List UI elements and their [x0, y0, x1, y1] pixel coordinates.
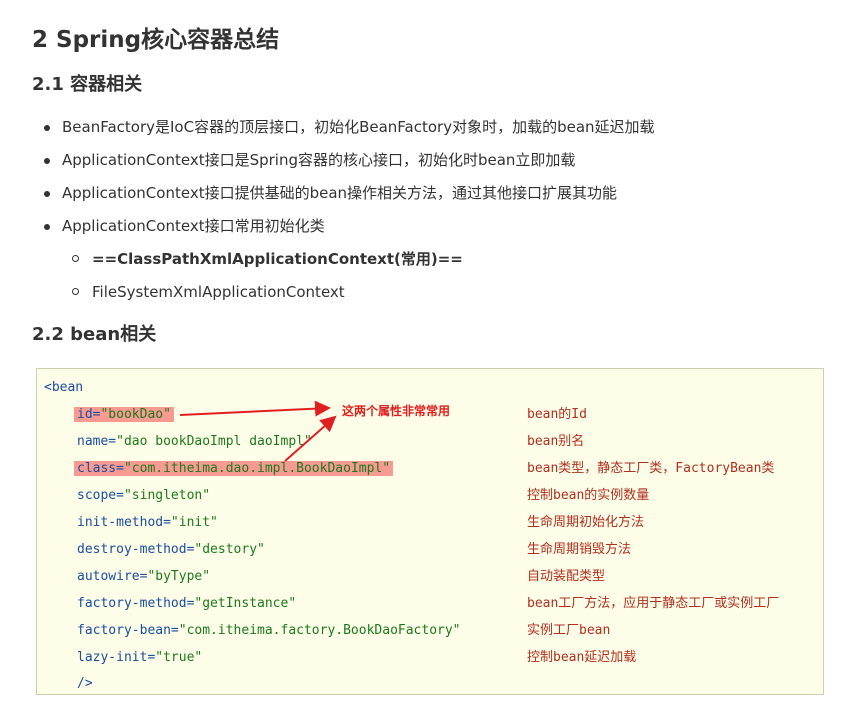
circle-bullet-icon — [72, 255, 79, 262]
list-item: FileSystemXmlApplicationContext — [72, 276, 463, 309]
annotation-label: 这两个属性非常常用 — [342, 404, 451, 418]
list-item-text: ApplicationContext接口提供基础的bean操作相关方法，通过其他… — [62, 184, 618, 202]
list-item: ==ClassPathXmlApplicationContext(常用)== — [72, 243, 463, 276]
init-class-list: ==ClassPathXmlApplicationContext(常用)== F… — [72, 243, 463, 309]
bullet-icon — [44, 191, 50, 197]
list-item-text: ==ClassPathXmlApplicationContext(常用)== — [92, 250, 463, 268]
page-title: 2 Spring核心容器总结 — [32, 27, 280, 53]
bullet-icon — [44, 224, 50, 230]
list-item-text: ApplicationContext接口是Spring容器的核心接口，初始化时b… — [62, 151, 576, 169]
arrow-from-id — [179, 400, 331, 417]
list-item: ApplicationContext接口提供基础的bean操作相关方法，通过其他… — [44, 177, 655, 210]
circle-bullet-icon — [72, 288, 79, 295]
code-block: <bean id="bookDao" bean的Id name="dao boo… — [36, 368, 824, 695]
section-title-bean: 2.2 bean相关 — [32, 324, 157, 345]
arrow-from-class — [284, 415, 337, 462]
list-item: ApplicationContext接口是Spring容器的核心接口，初始化时b… — [44, 144, 655, 177]
list-item: BeanFactory是IoC容器的顶层接口，初始化BeanFactory对象时… — [44, 111, 655, 144]
list-item-text: BeanFactory是IoC容器的顶层接口，初始化BeanFactory对象时… — [62, 118, 655, 136]
list-item: ApplicationContext接口常用初始化类 — [44, 210, 655, 243]
container-list: BeanFactory是IoC容器的顶层接口，初始化BeanFactory对象时… — [44, 111, 655, 243]
list-item-text: ApplicationContext接口常用初始化类 — [62, 217, 325, 235]
list-item-text: FileSystemXmlApplicationContext — [92, 283, 345, 301]
bullet-icon — [44, 158, 50, 164]
bullet-icon — [44, 125, 50, 131]
section-title-container: 2.1 容器相关 — [32, 74, 143, 95]
